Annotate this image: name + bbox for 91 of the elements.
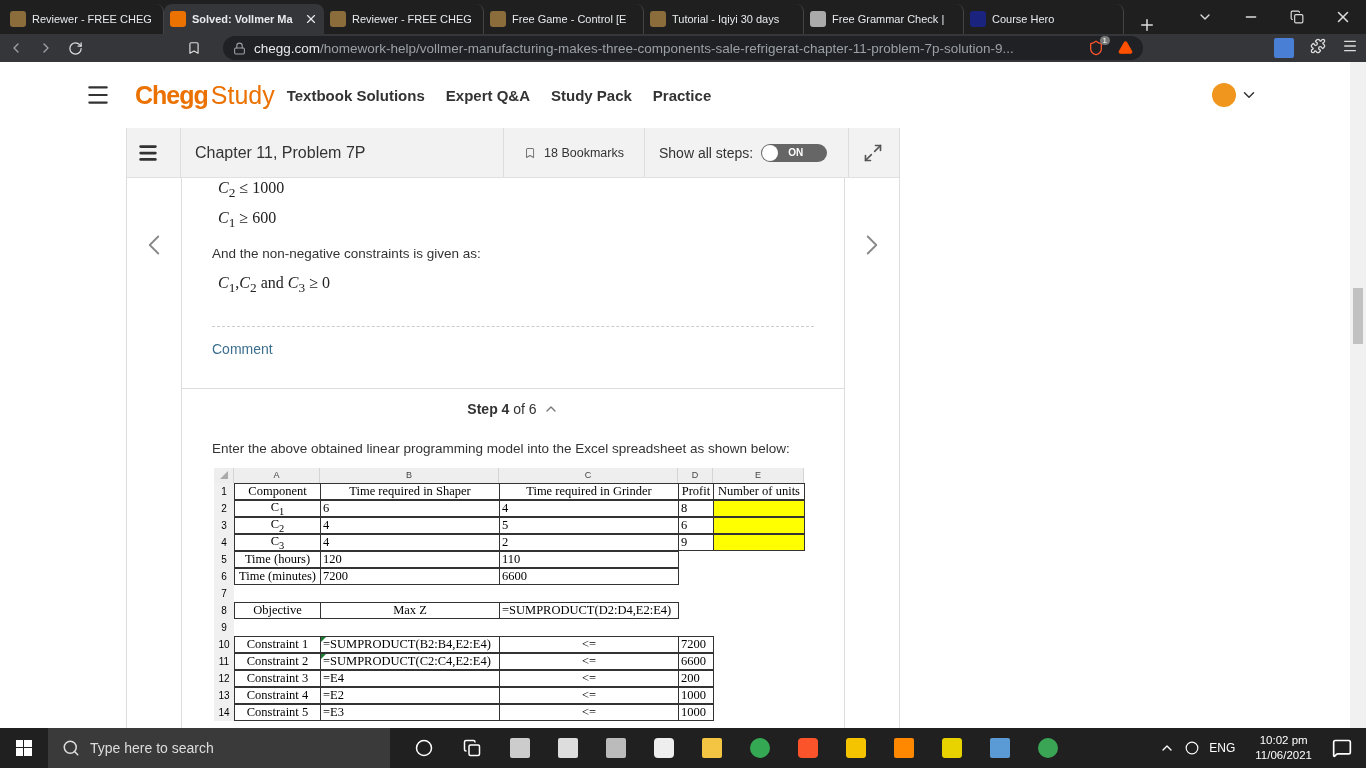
table-cell: Constraint 4 xyxy=(234,686,321,704)
table-cell: <= xyxy=(499,652,679,670)
column-header: C xyxy=(499,467,678,483)
triangle-icon[interactable] xyxy=(1118,40,1133,55)
table-cell: Constraint 1 xyxy=(234,635,321,653)
nav-link[interactable]: Textbook Solutions xyxy=(286,86,425,104)
table-cell: Constraint 5 xyxy=(234,703,321,721)
menu-icon[interactable] xyxy=(1342,38,1358,54)
language-indicator[interactable]: ENG xyxy=(1209,741,1236,755)
table-cell: 110 xyxy=(499,550,679,568)
table-cell: Number of units xyxy=(713,482,805,500)
paragraph: And the non-negative constraints is given as: xyxy=(212,246,482,262)
corner-icon xyxy=(219,471,228,480)
puzzle-icon[interactable] xyxy=(1310,38,1326,54)
table-cell: <= xyxy=(499,669,679,687)
table-cell: =SUMPRODUCT(D2:D4,E2:E4) xyxy=(499,601,679,619)
column-header: B xyxy=(320,467,499,483)
table-cell: 5 xyxy=(499,516,679,534)
expand-icon[interactable] xyxy=(863,142,883,163)
nav-link[interactable]: Practice xyxy=(652,86,712,104)
table-cell: Objective xyxy=(234,601,321,619)
table-cell: 7200 xyxy=(320,567,500,585)
chapter-title: Chapter 11, Problem 7P xyxy=(195,143,366,162)
table-cell: C$_{2}$ xyxy=(234,516,321,534)
step-heading[interactable]: Step 4 of 6 xyxy=(467,400,537,417)
table-cell: Time required in Grinder xyxy=(499,482,679,500)
lock-icon[interactable] xyxy=(233,41,246,55)
paragraph: Enter the above obtained linear programming model into the Excel spreadsheet as shown below: xyxy=(212,440,791,456)
table-cell: 4 xyxy=(320,516,500,534)
table-cell: C$_{3}$ xyxy=(234,533,321,551)
clock[interactable]: 10:02 pm 11/06/2021 xyxy=(1255,733,1312,763)
table-cell: 1000 xyxy=(678,686,714,704)
table-cell: 6600 xyxy=(678,652,714,670)
table-cell: 1000 xyxy=(678,703,714,721)
tab-favicon-icon xyxy=(10,11,26,27)
table-cell: 4 xyxy=(320,533,500,551)
table-cell: Constraint 3 xyxy=(234,669,321,687)
table-cell: <= xyxy=(499,686,679,704)
table-cell: =SUMPRODUCT(B2:B4,E2:E4) xyxy=(320,635,500,653)
comment-link[interactable]: Comment xyxy=(212,340,273,357)
tab-favicon-icon xyxy=(650,11,666,27)
table-cell: C$_{1}$ xyxy=(234,499,321,517)
table-cell: Time required in Shaper xyxy=(320,482,500,500)
table-cell: 4 xyxy=(499,499,679,517)
table-cell: 6 xyxy=(320,499,500,517)
close-icon[interactable] xyxy=(304,12,318,26)
table-cell: Profit xyxy=(678,482,714,500)
restore-icon[interactable] xyxy=(1290,10,1304,24)
math-expression: C$_{1}$ ≥ 600 xyxy=(218,208,278,233)
table-cell: Time (hours) xyxy=(234,550,321,568)
table-cell: Component xyxy=(234,482,321,500)
browser-tab[interactable]: Solved: Vollmer Ma xyxy=(164,4,324,34)
bookmark-icon[interactable] xyxy=(187,41,201,55)
table-cell: 200 xyxy=(678,669,714,687)
column-header: D xyxy=(678,467,713,483)
tab-favicon-icon xyxy=(490,11,506,27)
show-all-steps-toggle[interactable]: ON xyxy=(761,143,828,162)
search-field[interactable]: Type here to search xyxy=(48,728,390,768)
show-all-steps-label: Show all steps: xyxy=(659,144,754,161)
count-badge: 1 xyxy=(1099,36,1110,45)
search-icon xyxy=(62,739,80,757)
tab-favicon-icon xyxy=(170,11,186,27)
table-cell: 2 xyxy=(499,533,679,551)
table-cell: =E2 xyxy=(320,686,500,704)
notification-icon[interactable] xyxy=(1332,738,1352,758)
table-cell: 7200 xyxy=(678,635,714,653)
tab-favicon-icon xyxy=(810,11,826,27)
tab-favicon-icon xyxy=(970,11,986,27)
column-header: E xyxy=(713,467,804,483)
shield-icon[interactable] xyxy=(1088,40,1104,56)
tab-favicon-icon xyxy=(330,11,346,27)
bookmarks-count[interactable]: 18 Bookmarks xyxy=(544,145,624,160)
table-cell: <= xyxy=(499,635,679,653)
reload-icon[interactable] xyxy=(68,40,83,56)
table-cell: <= xyxy=(499,703,679,721)
math-expression: C$_{1}$,C$_{2}$ and C$_{3}$ ≥ 0 xyxy=(218,273,331,298)
table-cell: Constraint 2 xyxy=(234,652,321,670)
nav-link[interactable]: Study Pack xyxy=(550,86,632,104)
new-tab-icon[interactable] xyxy=(1138,16,1156,34)
table-cell: =E3 xyxy=(320,703,500,721)
table-cell: Time (minutes) xyxy=(234,567,321,585)
nav-link[interactable]: Expert Q&A xyxy=(445,86,530,104)
table-cell: =E4 xyxy=(320,669,500,687)
scrollbar[interactable] xyxy=(1350,62,1366,728)
table-cell: 120 xyxy=(320,550,500,568)
address-field[interactable]: chegg.com/homework-help/vollmer-manufacturing-makes-three-components-sale-refrigerat-chapter-11-problem-7p-solution-9... 1 xyxy=(223,36,1143,60)
table-cell: Max Z xyxy=(320,601,500,619)
table-cell: =SUMPRODUCT(C2:C4,E2:E4) xyxy=(320,652,500,670)
table-cell: 6600 xyxy=(499,567,679,585)
math-expression: C$_{2}$ ≤ 1000 xyxy=(218,178,286,203)
column-header: A xyxy=(234,467,320,483)
